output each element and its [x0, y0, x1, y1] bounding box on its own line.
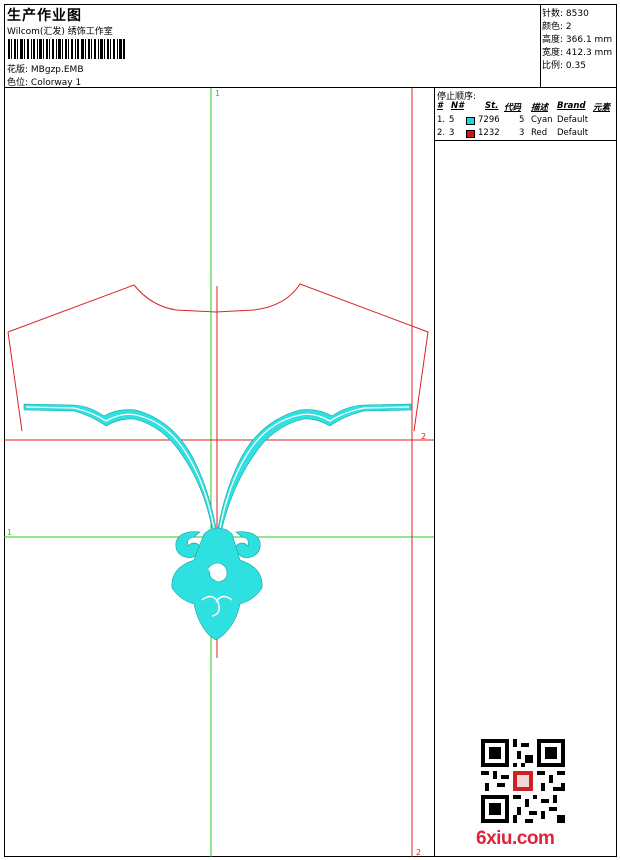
col-st: St. [485, 101, 499, 111]
row-desc: Cyan [531, 115, 553, 125]
row-brand: Default [557, 128, 589, 138]
stat-value: 8530 [565, 9, 589, 19]
page-title: 生产作业图 [7, 8, 82, 24]
row-code: 3 [519, 128, 525, 138]
stat-label: 比例: [542, 61, 564, 71]
stat-width: 宽度: 412.3 mm [542, 45, 612, 58]
stat-label: 宽度: [542, 48, 564, 58]
design-drawing: 1 1 2 2 [4, 88, 434, 857]
col-idx: # [437, 101, 443, 111]
row-idx: 1. [437, 115, 446, 125]
color-swatch [466, 130, 475, 138]
stop-sequence-header: # N# St. 代码 描述 Brand 元素 [435, 101, 617, 114]
row-brand: Default [557, 115, 589, 125]
row-idx: 2. [437, 128, 446, 138]
col-code: 代码 [504, 103, 522, 113]
stats-panel: 针数: 8530 颜色: 2 高度: 366.1 mm 宽度: 412.3 mm… [540, 4, 617, 88]
row-n: 5 [449, 115, 455, 125]
left-band-highlight [25, 406, 215, 529]
watermark-logo: 6xiu.com [476, 828, 555, 849]
row-desc: Red [531, 128, 548, 138]
stat-value: 0.35 [565, 61, 586, 71]
col-desc: 描述 [531, 103, 549, 113]
right-scroll [235, 531, 261, 559]
row-code: 5 [519, 115, 525, 125]
col-element: 元素 [593, 103, 611, 113]
company-name: Wilcom(汇发) 绣饰工作室 [7, 27, 113, 37]
design-value: MBgzp.EMB [30, 65, 84, 75]
stat-value: 412.3 mm [565, 48, 613, 58]
table-row: 1. 5 7296 5 Cyan Default [435, 115, 617, 128]
guide-label-top: 1 [215, 89, 220, 98]
col-n: N# [451, 101, 465, 111]
right-band-highlight [219, 406, 410, 529]
header-panel: 生产作业图 Wilcom(汇发) 绣饰工作室 花版: MBgzp.EMB 色位:… [4, 4, 541, 88]
stat-colors: 颜色: 2 [542, 19, 572, 32]
row-stitches: 7296 [478, 115, 500, 125]
right-neck-band [217, 403, 412, 529]
left-neck-band [23, 403, 217, 529]
stat-label: 高度: [542, 35, 564, 45]
colorway-value: Colorway 1 [30, 78, 82, 88]
colorway-label: 色位: [7, 78, 29, 88]
guide-label-left: 1 [7, 528, 12, 537]
table-divider [435, 140, 617, 141]
col-brand: Brand [557, 101, 586, 111]
guide-label-bottom: 2 [416, 848, 421, 857]
barcode-icon [8, 39, 125, 59]
stat-scale: 比例: 0.35 [542, 58, 586, 71]
stat-value: 366.1 mm [565, 35, 613, 45]
stat-height: 高度: 366.1 mm [542, 32, 612, 45]
guide-label-right: 2 [421, 432, 426, 441]
stat-label: 颜色: [542, 22, 564, 32]
qr-code-icon [481, 739, 565, 823]
design-canvas: 1 1 2 2 [4, 88, 435, 857]
design-label: 花版: [7, 65, 29, 75]
stat-stitches: 针数: 8530 [542, 6, 589, 19]
stat-label: 针数: [542, 9, 564, 19]
colorway: 色位: Colorway 1 [7, 75, 81, 88]
design-file: 花版: MBgzp.EMB [7, 62, 84, 75]
stat-value: 2 [565, 22, 572, 32]
row-stitches: 1232 [478, 128, 500, 138]
row-n: 3 [449, 128, 455, 138]
color-swatch [466, 117, 475, 125]
